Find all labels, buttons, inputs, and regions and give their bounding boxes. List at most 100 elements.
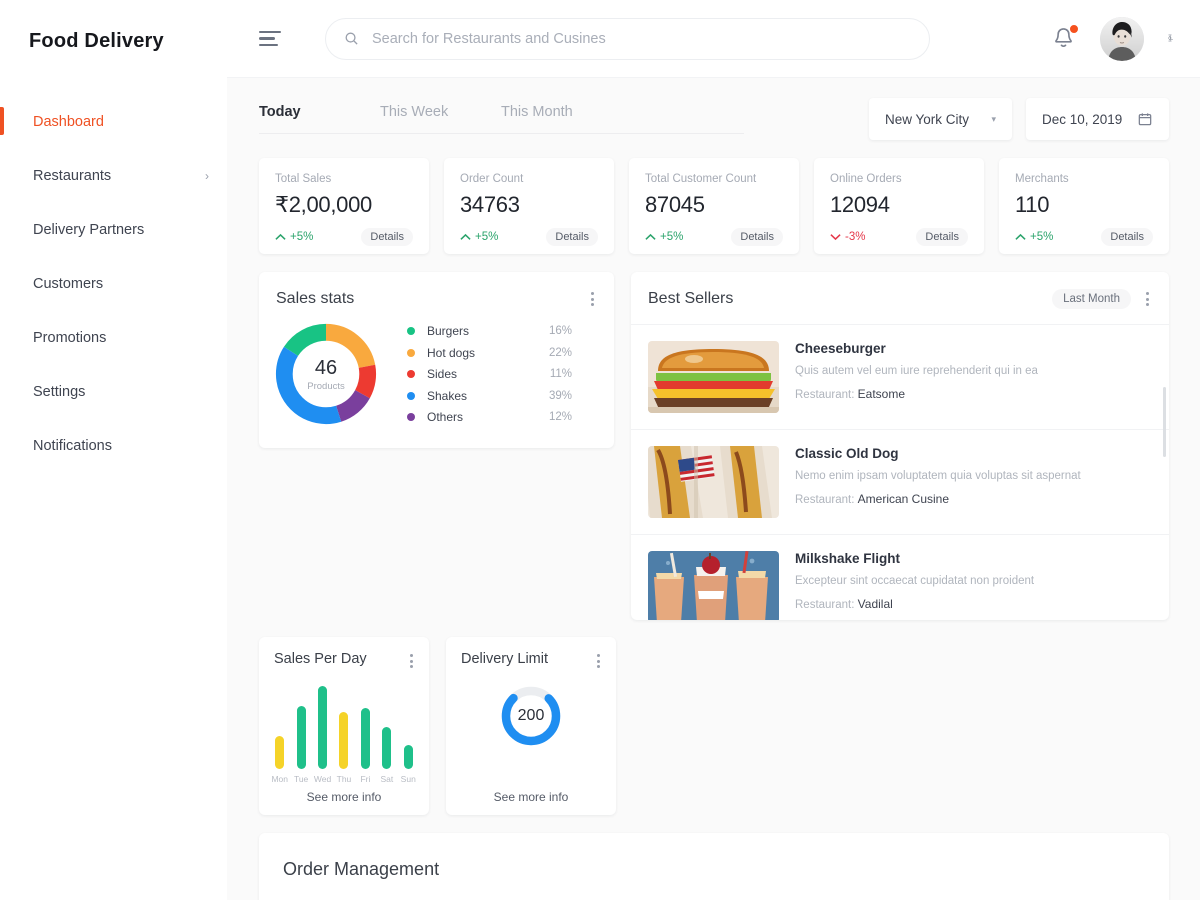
kpi-delta: +5% <box>645 231 683 243</box>
kpi-details-button[interactable]: Details <box>546 228 598 246</box>
axis-tick-label: Sat <box>376 774 397 784</box>
legend-item: Hot dogs 22% <box>407 342 572 364</box>
kpi-delta: +5% <box>460 231 498 243</box>
list-item[interactable]: Cheeseburger Quis autem vel eum iure rep… <box>631 325 1169 430</box>
kpi-details-button[interactable]: Details <box>1101 228 1153 246</box>
kpi-label: Total Sales <box>275 173 413 185</box>
list-item[interactable]: Classic Old Dog Nemo enim ipsam voluptat… <box>631 430 1169 535</box>
kpi-details-button[interactable]: Details <box>361 228 413 246</box>
sales-donut-chart: 46 Products <box>271 319 381 429</box>
item-name: Cheeseburger <box>795 341 1038 356</box>
search-input[interactable] <box>372 31 911 47</box>
kpi-value: ₹2,00,000 <box>275 192 413 218</box>
sidebar-item-label: Dashboard <box>33 114 104 130</box>
delivery-limit-card: Delivery Limit 200 <box>446 637 616 815</box>
item-name: Milkshake Flight <box>795 551 1034 566</box>
sidebar-item-label: Settings <box>33 384 85 400</box>
item-description: Nemo enim ipsam voluptatem quia voluptas… <box>795 470 1081 482</box>
gauge-value: 200 <box>498 683 564 749</box>
item-description: Excepteur sint occaecat cupidatat non pr… <box>795 575 1034 587</box>
kpi-card-total-customer-count: Total Customer Count 87045 +5% Details <box>629 158 799 254</box>
tab-this-week[interactable]: This Week <box>380 104 501 134</box>
legend-label: Burgers <box>427 324 469 338</box>
sidebar-item-label: Notifications <box>33 438 112 454</box>
kpi-card-order-count: Order Count 34763 +5% Details <box>444 158 614 254</box>
hamburger-icon[interactable] <box>259 31 303 47</box>
legend-label: Sides <box>427 367 457 381</box>
date-picker-value: Dec 10, 2019 <box>1042 112 1122 127</box>
kpi-label: Online Orders <box>830 173 968 185</box>
kebab-menu-icon[interactable] <box>588 289 597 309</box>
hotdog-photo <box>648 446 779 518</box>
sidebar-item-delivery-partners[interactable]: Delivery Partners <box>0 203 227 257</box>
sales-per-day-bars <box>259 677 429 769</box>
legend-value: 11% <box>550 368 572 380</box>
arrow-up-icon <box>645 233 656 241</box>
scrollbar-thumb[interactable] <box>1163 387 1166 457</box>
range-filter-button[interactable]: Last Month <box>1052 289 1131 309</box>
restaurant-prefix: Restaurant: <box>795 389 854 401</box>
legend-value: 39% <box>549 390 572 402</box>
bar-mon <box>275 736 284 769</box>
best-sellers-list[interactable]: Cheeseburger Quis autem vel eum iure rep… <box>631 325 1169 620</box>
see-more-info-button[interactable]: See more info <box>259 790 429 804</box>
global-search[interactable] <box>325 18 930 60</box>
axis-tick-label: Sun <box>398 774 419 784</box>
axis-tick-label: Tue <box>290 774 311 784</box>
card-title: Delivery Limit <box>461 651 548 667</box>
item-restaurant: Restaurant: Eatsome <box>795 387 1038 401</box>
city-select-value: New York City <box>885 112 969 127</box>
notifications-button[interactable] <box>1052 26 1076 52</box>
item-restaurant: Restaurant: American Cusine <box>795 492 1081 506</box>
kpi-delta-value: +5% <box>1030 231 1053 243</box>
chevron-right-icon: › <box>205 169 209 183</box>
dashboard-content: Today This Week This Month New York City… <box>227 78 1200 900</box>
kpi-delta-value: -3% <box>845 231 865 243</box>
see-more-info-button[interactable]: See more info <box>446 790 616 804</box>
axis-tick-label: Mon <box>269 774 290 784</box>
legend-item: Others 12% <box>407 406 572 428</box>
item-description: Quis autem vel eum iure reprehenderit qu… <box>795 365 1038 377</box>
kebab-menu-icon[interactable] <box>407 651 416 671</box>
kpi-value: 34763 <box>460 192 598 218</box>
bar-wed <box>318 686 327 769</box>
topbar: ⱛ <box>227 0 1200 78</box>
kpi-details-button[interactable]: Details <box>731 228 783 246</box>
donut-center-label: Products <box>307 381 345 392</box>
item-name: Classic Old Dog <box>795 446 1081 461</box>
sidebar-item-label: Promotions <box>33 330 106 346</box>
legend-value: 16% <box>549 325 572 337</box>
kebab-menu-icon[interactable] <box>594 651 603 671</box>
sidebar-item-promotions[interactable]: Promotions <box>0 311 227 365</box>
kpi-card-total-sales: Total Sales ₹2,00,000 +5% Details <box>259 158 429 254</box>
avatar[interactable] <box>1100 17 1144 61</box>
kpi-details-button[interactable]: Details <box>916 228 968 246</box>
sidebar-item-notifications[interactable]: Notifications <box>0 419 227 473</box>
food-image <box>648 446 779 518</box>
legend-label: Others <box>427 410 463 424</box>
legend-color-dot <box>407 392 415 400</box>
restaurant-name: Eatsome <box>858 387 905 401</box>
sales-stats-card: Sales stats <box>259 272 614 448</box>
chevron-down-icon[interactable]: ⱛ <box>1168 31 1173 47</box>
sidebar-item-customers[interactable]: Customers <box>0 257 227 311</box>
kebab-menu-icon[interactable] <box>1143 289 1152 309</box>
restaurant-name: Vadilal <box>858 597 893 611</box>
sidebar-item-restaurants[interactable]: Restaurants › <box>0 149 227 203</box>
tab-today[interactable]: Today <box>259 104 380 134</box>
date-picker[interactable]: Dec 10, 2019 <box>1026 98 1169 140</box>
donut-center-value: 46 <box>315 357 337 380</box>
restaurant-name: American Cusine <box>858 492 949 506</box>
sidebar-item-settings[interactable]: Settings <box>0 365 227 419</box>
donut-legend: Burgers 16% Hot dogs 22% Sides <box>407 320 572 428</box>
city-select[interactable]: New York City ▾ <box>869 98 1012 140</box>
kpi-delta-value: +5% <box>290 231 313 243</box>
food-image <box>648 341 779 413</box>
tab-this-month[interactable]: This Month <box>501 104 622 134</box>
kpi-card-online-orders: Online Orders 12094 -3% Details <box>814 158 984 254</box>
list-item[interactable]: Milkshake Flight Excepteur sint occaecat… <box>631 535 1169 620</box>
sidebar: Food Delivery Dashboard Restaurants › De… <box>0 0 227 900</box>
sidebar-item-dashboard[interactable]: Dashboard <box>0 95 227 149</box>
caret-down-icon: ▾ <box>991 114 996 125</box>
best-sellers-card: Best Sellers Last Month <box>631 272 1169 620</box>
